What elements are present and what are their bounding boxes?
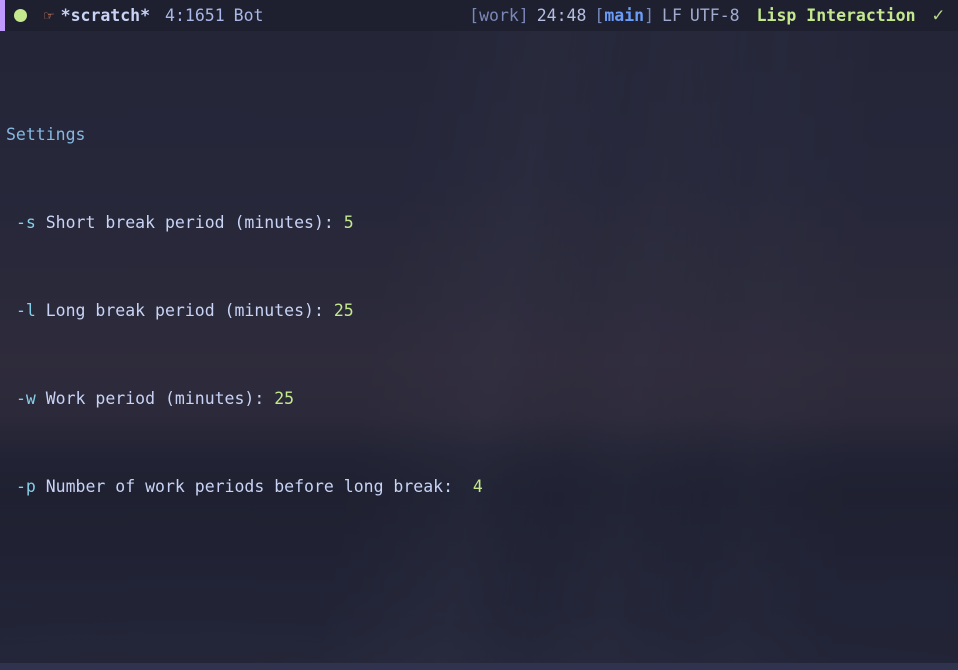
branch-bracket-open: [ xyxy=(594,5,605,25)
setting-row-periods-before-long-break[interactable]: -p Number of work periods before long br… xyxy=(0,476,958,498)
emacs-window: ☞ *scratch* 4:1651 Bot [work] 24:48 [mai… xyxy=(0,0,958,670)
setting-label: Work period (minutes): xyxy=(45,389,275,408)
project-name[interactable]: [work] xyxy=(469,5,529,27)
buffer-modified-indicator-icon xyxy=(14,9,27,22)
setting-row-long-break[interactable]: -l Long break period (minutes): 25 xyxy=(0,300,958,322)
pointing-hand-icon: ☞ xyxy=(44,5,54,25)
setting-label: Number of work periods before long break… xyxy=(45,477,473,496)
setting-flag: -w xyxy=(15,389,36,408)
cursor-position: 4:1651 xyxy=(165,5,225,25)
setting-value[interactable]: 25 xyxy=(334,301,354,320)
encoding: UTF-8 xyxy=(689,5,740,25)
scratch-buffer[interactable]: Settings -s Short break period (minutes)… xyxy=(0,31,958,670)
major-mode[interactable]: Lisp Interaction xyxy=(757,5,916,27)
setting-label: Long break period (minutes): xyxy=(45,301,334,320)
scroll-position: Bot xyxy=(233,5,264,25)
setting-label: Short break period (minutes): xyxy=(45,213,344,232)
settings-heading: Settings xyxy=(6,125,86,144)
setting-row-short-break[interactable]: -s Short break period (minutes): 5 xyxy=(0,212,958,234)
window-content: ☞ *scratch* 4:1651 Bot [work] 24:48 [mai… xyxy=(0,0,958,670)
setting-flag: -s xyxy=(15,213,36,232)
branch-bracket-close: ] xyxy=(644,5,655,25)
line-ending: LF xyxy=(662,5,682,25)
header-right-group: [work] 24:48 [main] LF UTF-8 Lisp Intera… xyxy=(469,5,958,27)
setting-flag: -p xyxy=(15,477,36,496)
accent-bar xyxy=(0,0,5,31)
setting-row-work-period[interactable]: -w Work period (minutes): 25 xyxy=(0,388,958,410)
pomodoro-timer[interactable]: 24:48 xyxy=(537,5,587,27)
header-line: ☞ *scratch* 4:1651 Bot [work] 24:48 [mai… xyxy=(0,0,958,31)
setting-value[interactable]: 4 xyxy=(473,477,483,496)
checkmark-icon: ✓ xyxy=(932,4,944,26)
setting-flag: -l xyxy=(15,301,36,320)
mode-line xyxy=(0,663,958,670)
setting-value[interactable]: 5 xyxy=(344,213,354,232)
vcs-branch[interactable]: main xyxy=(604,5,644,27)
buffer-name[interactable]: *scratch* xyxy=(61,5,150,27)
setting-value[interactable]: 25 xyxy=(274,389,294,408)
